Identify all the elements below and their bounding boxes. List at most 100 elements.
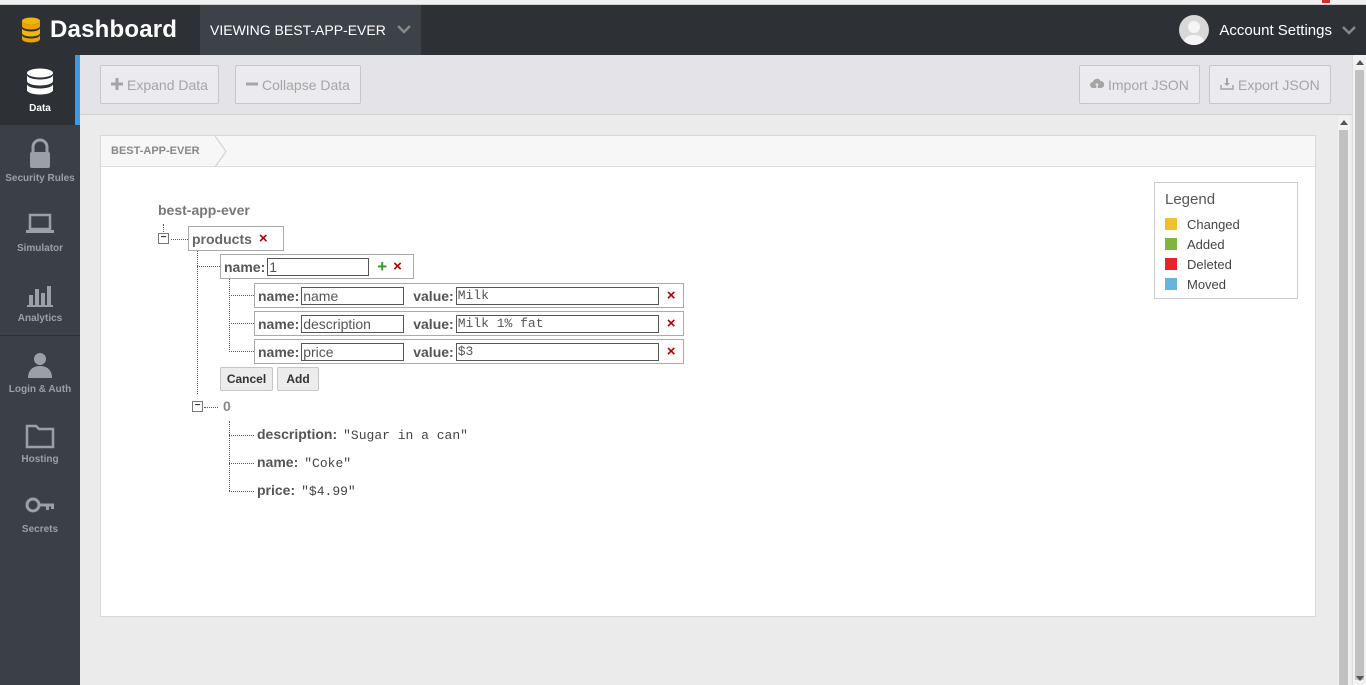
legend-item: Moved bbox=[1165, 274, 1287, 294]
top-header: Dashboard VIEWING BEST-APP-EVER Account … bbox=[0, 5, 1366, 55]
sidebar-item-analytics[interactable]: Analytics bbox=[0, 265, 80, 335]
scrollbar-thumb[interactable] bbox=[1339, 130, 1348, 685]
avatar bbox=[1179, 15, 1210, 45]
delete-icon[interactable]: × bbox=[259, 230, 268, 247]
bar-chart-icon bbox=[23, 277, 57, 311]
field-name-input[interactable] bbox=[301, 342, 405, 361]
tree-connector bbox=[204, 407, 218, 408]
sidebar-item-label: Data bbox=[29, 103, 51, 114]
data-panel: BEST-APP-EVER best-app-ever − products ×… bbox=[100, 135, 1316, 617]
import-json-label: Import JSON bbox=[1108, 76, 1189, 93]
import-json-button[interactable]: Import JSON bbox=[1079, 65, 1200, 104]
scroll-down-icon[interactable] bbox=[1356, 676, 1364, 681]
leaf-value: "$4.99" bbox=[301, 484, 356, 499]
moved-swatch bbox=[1165, 278, 1177, 290]
sidebar-item-label: Security Rules bbox=[5, 173, 75, 184]
field-name-input[interactable] bbox=[301, 314, 405, 333]
name-label: name: bbox=[258, 287, 300, 304]
existing-node-key[interactable]: 0 bbox=[223, 398, 231, 414]
leaf-value: "Coke" bbox=[304, 456, 352, 471]
sidebar-item-label: Login & Auth bbox=[8, 384, 72, 395]
brand[interactable]: Dashboard bbox=[20, 5, 177, 55]
scrollbar-thumb[interactable] bbox=[1355, 70, 1364, 680]
folder-icon bbox=[23, 418, 57, 452]
changed-swatch bbox=[1165, 218, 1177, 230]
field-row: name: value: × bbox=[254, 339, 684, 364]
expand-data-button[interactable]: Expand Data bbox=[100, 65, 219, 104]
tree-connector bbox=[229, 491, 254, 492]
tree-connector bbox=[229, 279, 230, 352]
tree-connector bbox=[197, 266, 220, 267]
collapse-data-button[interactable]: Collapse Data bbox=[235, 65, 361, 104]
download-icon bbox=[1220, 77, 1234, 93]
products-key: products bbox=[192, 230, 252, 247]
delete-icon[interactable]: × bbox=[393, 258, 402, 275]
leaf-row[interactable]: description: "Sugar in a can" bbox=[257, 426, 468, 443]
products-node[interactable]: products × bbox=[188, 226, 284, 251]
name-label: name: bbox=[258, 315, 300, 332]
chevron-down-icon bbox=[1342, 22, 1356, 39]
export-json-button[interactable]: Export JSON bbox=[1209, 65, 1331, 104]
tree-connector bbox=[229, 351, 254, 352]
sidebar-item-login-auth[interactable]: Login & Auth bbox=[0, 336, 80, 406]
expand-data-label: Expand Data bbox=[127, 76, 208, 93]
panel-scrollbar[interactable] bbox=[1338, 116, 1350, 685]
new-child-name-input[interactable] bbox=[267, 257, 370, 276]
leaf-key: name: bbox=[257, 454, 299, 470]
root-node-name[interactable]: best-app-ever bbox=[158, 202, 250, 218]
legend-label: Deleted bbox=[1187, 256, 1232, 272]
export-json-label: Export JSON bbox=[1238, 76, 1320, 93]
sidebar-item-secrets[interactable]: Secrets bbox=[0, 476, 80, 546]
minus-icon bbox=[246, 77, 258, 93]
add-button[interactable]: Add bbox=[277, 367, 319, 391]
database-logo-icon bbox=[20, 17, 42, 43]
collapse-toggle-icon[interactable]: − bbox=[192, 401, 203, 412]
tree-connector bbox=[229, 295, 254, 296]
field-value-input[interactable] bbox=[455, 314, 659, 333]
account-settings-menu[interactable]: Account Settings bbox=[1179, 5, 1356, 55]
breadcrumb-label: BEST-APP-EVER bbox=[111, 145, 200, 157]
firebase-selector[interactable]: VIEWING BEST-APP-EVER bbox=[200, 5, 421, 55]
field-value-input[interactable] bbox=[455, 342, 659, 361]
laptop-icon bbox=[23, 207, 57, 241]
leaf-row[interactable]: name: "Coke" bbox=[257, 454, 351, 471]
sidebar-item-data[interactable]: Data bbox=[0, 55, 80, 125]
sidebar-item-label: Simulator bbox=[16, 243, 64, 254]
brand-title: Dashboard bbox=[50, 16, 178, 43]
user-icon bbox=[23, 348, 57, 382]
page-scrollbar[interactable] bbox=[1352, 55, 1366, 685]
field-row: name: value: × bbox=[254, 311, 684, 336]
leaf-key: price: bbox=[257, 482, 296, 498]
name-label: name: bbox=[258, 343, 300, 360]
breadcrumb-item[interactable]: BEST-APP-EVER bbox=[101, 136, 206, 166]
value-label: value: bbox=[413, 287, 454, 304]
deleted-swatch bbox=[1165, 258, 1177, 270]
tree-connector bbox=[229, 463, 254, 464]
cloud-upload-icon bbox=[1090, 77, 1105, 93]
value-label: value: bbox=[413, 343, 454, 360]
legend-label: Moved bbox=[1187, 276, 1227, 292]
sidebar-item-security-rules[interactable]: Security Rules bbox=[0, 125, 80, 195]
collapse-toggle-icon[interactable]: − bbox=[158, 233, 169, 244]
field-name-input[interactable] bbox=[301, 286, 405, 305]
cancel-button[interactable]: Cancel bbox=[220, 367, 273, 391]
delete-icon[interactable]: × bbox=[667, 287, 676, 304]
database-icon bbox=[23, 67, 57, 101]
leaf-value: "Sugar in a can" bbox=[343, 428, 468, 443]
delete-icon[interactable]: × bbox=[667, 343, 676, 360]
legend-item: Added bbox=[1165, 234, 1287, 254]
collapse-data-label: Collapse Data bbox=[262, 76, 350, 93]
plus-icon bbox=[111, 77, 123, 93]
top-strip-mark bbox=[1322, 0, 1330, 3]
field-value-input[interactable] bbox=[455, 286, 659, 305]
legend-item: Changed bbox=[1165, 214, 1287, 234]
scroll-up-icon[interactable] bbox=[1340, 120, 1348, 125]
added-swatch bbox=[1165, 238, 1177, 250]
delete-icon[interactable]: × bbox=[667, 315, 676, 332]
sidebar-item-hosting[interactable]: Hosting bbox=[0, 406, 80, 476]
add-field-icon[interactable]: + bbox=[377, 257, 387, 277]
leaf-row[interactable]: price: "$4.99" bbox=[257, 482, 356, 499]
sidebar-item-simulator[interactable]: Simulator bbox=[0, 195, 80, 265]
sidebar: Data Security Rules Simulator Analytics … bbox=[0, 55, 80, 685]
scroll-up-icon[interactable] bbox=[1356, 60, 1364, 65]
